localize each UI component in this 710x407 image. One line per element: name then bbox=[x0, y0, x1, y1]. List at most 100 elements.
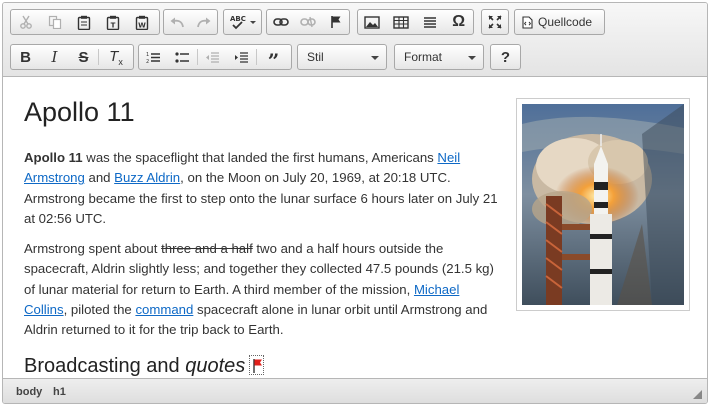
svg-text:W: W bbox=[138, 21, 146, 29]
anchor-marker[interactable] bbox=[249, 354, 265, 375]
numbered-list-icon: 12 bbox=[146, 52, 160, 64]
text-run: , piloted the bbox=[63, 301, 136, 317]
links-group bbox=[266, 9, 350, 35]
clipboard-icon bbox=[77, 15, 90, 30]
about-group: ? bbox=[490, 44, 521, 70]
source-icon bbox=[522, 15, 533, 29]
paste-text-button[interactable]: T bbox=[98, 10, 127, 34]
heading-italic-text: quotes bbox=[185, 355, 246, 377]
svg-text:T: T bbox=[110, 21, 115, 29]
bulleted-list-icon bbox=[175, 51, 189, 63]
rich-text-editor: T W ABC Ω Quellcode B I S Tx 1 2 ” Stil … bbox=[2, 2, 708, 404]
copy-button[interactable] bbox=[40, 10, 69, 34]
source-button[interactable]: Quellcode bbox=[515, 10, 604, 34]
insert-group: Ω bbox=[357, 9, 474, 35]
help-button[interactable]: ? bbox=[491, 45, 520, 69]
link-command[interactable]: command bbox=[135, 302, 193, 317]
text-run: and bbox=[84, 170, 115, 186]
help-icon: ? bbox=[500, 48, 511, 66]
styles-dropdown-label: Stil bbox=[307, 50, 324, 64]
article-figure[interactable] bbox=[516, 98, 690, 311]
bold-icon: B bbox=[20, 48, 31, 66]
link-buzz-aldrin[interactable]: Buzz Aldrin bbox=[114, 170, 180, 185]
paste-word-button[interactable]: W bbox=[127, 10, 156, 34]
text-run: was the spaceflight that landed the firs… bbox=[82, 150, 438, 165]
format-dropdown-label: Format bbox=[404, 50, 443, 64]
paste-button[interactable] bbox=[69, 10, 98, 34]
editor-content[interactable]: Apollo 11 Apollo 11 was the spaceflight … bbox=[3, 78, 707, 378]
undo-button[interactable] bbox=[164, 10, 191, 34]
copy-icon bbox=[48, 15, 61, 29]
cut-icon bbox=[19, 15, 32, 29]
outdent-button[interactable] bbox=[198, 45, 227, 69]
table-icon bbox=[393, 15, 409, 29]
tools-group bbox=[481, 9, 509, 35]
document-title: Apollo 11 bbox=[24, 97, 135, 127]
link-button[interactable] bbox=[267, 10, 294, 34]
paragraph-mission: Armstrong spent about three and a half t… bbox=[24, 239, 504, 340]
bulleted-list-button[interactable] bbox=[168, 45, 197, 69]
history-group bbox=[163, 9, 218, 35]
path-item-h1[interactable]: h1 bbox=[53, 386, 66, 398]
italic-button[interactable]: I bbox=[40, 45, 69, 69]
document-group: Quellcode bbox=[514, 9, 605, 35]
struck-text: three and a half bbox=[161, 241, 253, 256]
paste-word-icon: W bbox=[135, 15, 148, 30]
chevron-down-icon bbox=[468, 56, 476, 60]
editor-toolbar: T W ABC Ω Quellcode B I S Tx 1 2 ” Stil … bbox=[3, 3, 707, 77]
maximize-icon bbox=[488, 15, 502, 29]
numbered-list-button[interactable]: 12 bbox=[139, 45, 168, 69]
spellcheck-button[interactable]: ABC bbox=[224, 10, 261, 34]
table-button[interactable] bbox=[387, 10, 416, 34]
spellcheck-group: ABC bbox=[223, 9, 262, 35]
chevron-down-icon bbox=[371, 56, 379, 60]
redo-button[interactable] bbox=[191, 10, 218, 34]
unlink-icon bbox=[300, 16, 316, 28]
indent-button[interactable] bbox=[227, 45, 256, 69]
image-button[interactable] bbox=[358, 10, 387, 34]
bold-button[interactable]: B bbox=[11, 45, 40, 69]
rocket-launch-image bbox=[522, 104, 684, 305]
omega-icon: Ω bbox=[452, 13, 466, 30]
paragraph-intro: Apollo 11 was the spaceflight that lande… bbox=[24, 148, 504, 229]
horizontal-rule-icon bbox=[423, 16, 436, 28]
special-char-button[interactable]: Ω bbox=[444, 10, 473, 34]
resize-handle[interactable] bbox=[693, 390, 702, 399]
unlink-button[interactable] bbox=[294, 10, 322, 34]
link-icon bbox=[272, 18, 289, 26]
format-dropdown[interactable]: Format bbox=[394, 44, 484, 70]
redo-icon bbox=[196, 17, 211, 28]
horizontal-rule-button[interactable] bbox=[416, 10, 445, 34]
path-item-body[interactable]: body bbox=[16, 386, 42, 398]
spellcheck-icon: ABC bbox=[230, 15, 246, 30]
remove-format-button[interactable]: Tx bbox=[99, 45, 133, 69]
outdent-icon bbox=[206, 51, 219, 63]
styles-dropdown[interactable]: Stil bbox=[297, 44, 387, 70]
anchor-button[interactable] bbox=[322, 10, 349, 34]
strike-button[interactable]: S bbox=[69, 45, 98, 69]
element-path-bar: body h1 bbox=[3, 378, 707, 403]
undo-icon bbox=[170, 17, 185, 28]
red-flag-icon bbox=[253, 358, 263, 373]
bold-text: Apollo 11 bbox=[24, 150, 83, 165]
indent-icon bbox=[235, 51, 248, 63]
blockquote-button[interactable]: ” bbox=[257, 45, 290, 69]
paste-text-icon: T bbox=[106, 15, 119, 30]
svg-text:1: 1 bbox=[146, 52, 149, 58]
clipboard-group: T W bbox=[10, 9, 160, 35]
maximize-button[interactable] bbox=[482, 10, 508, 34]
basicstyles-group: B I S Tx bbox=[10, 44, 134, 70]
text-run: Armstrong spent about bbox=[24, 241, 162, 256]
svg-text:ABC: ABC bbox=[230, 15, 246, 23]
section-heading: Broadcasting and quotes bbox=[24, 354, 265, 378]
cut-button[interactable] bbox=[11, 10, 40, 34]
chevron-down-icon bbox=[250, 20, 256, 24]
svg-text:2: 2 bbox=[146, 59, 149, 64]
source-label: Quellcode bbox=[538, 15, 593, 29]
image-icon bbox=[364, 15, 381, 29]
heading-text: Broadcasting and bbox=[24, 355, 186, 377]
paragraph-group: 12 ” bbox=[138, 44, 292, 70]
quote-icon: ” bbox=[267, 49, 280, 70]
italic-icon: I bbox=[51, 48, 58, 66]
strikethrough-icon: S bbox=[78, 48, 89, 66]
